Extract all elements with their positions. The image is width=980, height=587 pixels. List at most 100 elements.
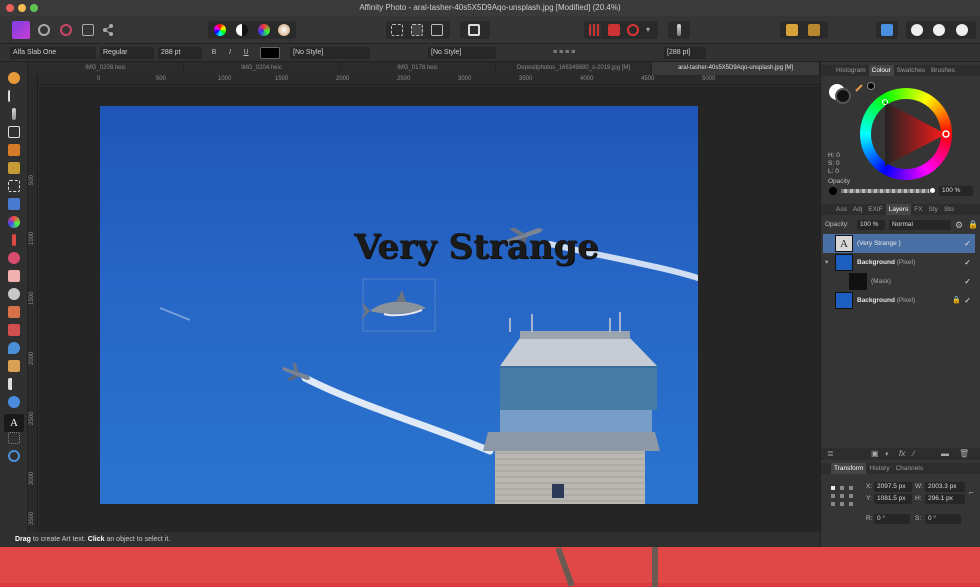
clone-tool-icon[interactable] xyxy=(8,306,20,318)
invert-selection-icon[interactable] xyxy=(431,24,443,36)
minimize-window-button[interactable] xyxy=(18,4,26,12)
opacity-slider-handle[interactable] xyxy=(929,187,936,194)
zoom-window-button[interactable] xyxy=(30,4,38,12)
opacity-slider[interactable] xyxy=(841,187,936,194)
tab-channels[interactable]: Channels xyxy=(893,463,926,474)
layer-row-mask[interactable]: (Mask) ✓ xyxy=(823,272,975,291)
app-logo-icon[interactable] xyxy=(12,21,30,39)
blend-mode-select[interactable]: Normal xyxy=(889,220,951,230)
gradient-tool-icon[interactable] xyxy=(8,216,20,228)
paint-brush-icon[interactable] xyxy=(12,234,16,246)
brush-icon[interactable] xyxy=(677,24,681,36)
dodge-tool-icon[interactable] xyxy=(8,288,20,300)
rotation-field[interactable]: 0 ° xyxy=(874,514,910,524)
gear-icon[interactable]: ⚙ xyxy=(955,220,965,230)
white-balance-icon[interactable] xyxy=(278,24,290,36)
h-field[interactable]: 296.1 px xyxy=(925,494,965,504)
paragraph-style-select[interactable]: [No Style] xyxy=(428,47,496,59)
hand-tool-icon[interactable] xyxy=(8,72,20,84)
text-color-swatch[interactable] xyxy=(260,47,280,59)
y-field[interactable]: 1081.5 px xyxy=(874,494,912,504)
font-family-select[interactable]: Alfa Slab One xyxy=(10,47,96,59)
erase-brush-icon[interactable] xyxy=(8,270,20,282)
font-size-field[interactable]: 288 pt xyxy=(158,47,202,59)
adjustment-icon[interactable]: ◐ xyxy=(885,448,890,460)
tab-swatches[interactable]: Swatches xyxy=(894,65,928,76)
intersect-icon[interactable] xyxy=(956,24,968,36)
retouch-brush-icon[interactable] xyxy=(8,252,20,264)
opacity-field[interactable]: 100 % xyxy=(939,186,973,196)
visibility-checkbox[interactable]: ✓ xyxy=(964,272,971,291)
pen-tool-icon[interactable] xyxy=(8,378,20,390)
mask-icon[interactable]: ▣ xyxy=(871,448,879,460)
character-style-select[interactable]: [No Style] xyxy=(290,47,370,59)
art-text-tool-icon[interactable]: A xyxy=(4,414,24,432)
develop-persona-icon[interactable] xyxy=(38,24,50,36)
visibility-checkbox[interactable]: ✓ xyxy=(964,234,971,253)
crop-tool-icon[interactable] xyxy=(8,126,20,138)
tab-document[interactable]: IMG_0208.heic xyxy=(28,62,184,75)
horizontal-ruler[interactable]: 0 500 1000 1500 2000 2500 3000 3500 4000… xyxy=(38,75,820,85)
tab-assets[interactable]: Ass xyxy=(833,204,850,215)
shear-field[interactable]: 0 ° xyxy=(925,514,961,524)
trash-icon[interactable]: 🗑 xyxy=(959,448,969,460)
lock-icon[interactable]: 🔒 xyxy=(968,220,978,230)
anchor-grid[interactable] xyxy=(829,484,855,508)
colour-balance-icon[interactable] xyxy=(214,24,226,36)
underline-button[interactable]: U xyxy=(240,47,252,59)
tab-exif[interactable]: EXIF xyxy=(865,204,885,215)
folder-icon[interactable]: ▬ xyxy=(941,448,949,460)
move-back-icon[interactable] xyxy=(808,24,820,36)
tab-fx[interactable]: FX xyxy=(911,204,925,215)
tone-mapping-persona-icon[interactable] xyxy=(82,24,94,36)
quick-mask-icon[interactable] xyxy=(468,24,480,36)
fill-tool-icon[interactable] xyxy=(8,198,20,210)
w-field[interactable]: 2003.3 px xyxy=(925,482,965,492)
marquee-select-icon[interactable] xyxy=(391,24,403,36)
select-all-icon[interactable] xyxy=(411,24,423,36)
tab-layers[interactable]: Layers xyxy=(885,204,912,215)
italic-button[interactable]: I xyxy=(224,47,236,59)
alignment-icons[interactable]: ≡ ≡ ≡ ≡ xyxy=(550,47,630,59)
tab-colour[interactable]: Colour xyxy=(868,65,894,76)
shape-tool-icon[interactable] xyxy=(8,396,20,408)
align-icon[interactable] xyxy=(881,24,893,36)
tab-document[interactable]: IMG_0204.heic xyxy=(184,62,340,75)
mesh-warp-icon[interactable] xyxy=(8,432,20,444)
move-tool-icon[interactable] xyxy=(8,90,20,102)
move-forward-icon[interactable] xyxy=(786,24,798,36)
flood-select-icon[interactable] xyxy=(8,162,20,174)
vertical-ruler[interactable]: 500 1000 1500 2000 2500 3000 3500 xyxy=(28,75,38,532)
zoom-tool-icon[interactable] xyxy=(8,450,20,462)
guides-icon[interactable] xyxy=(608,24,620,36)
chevron-down-icon[interactable]: ▾ xyxy=(646,24,654,36)
subtract-icon[interactable] xyxy=(933,24,945,36)
layer-row-selected[interactable]: A (Very Strange ) ✓ xyxy=(823,234,975,253)
smudge-tool-icon[interactable] xyxy=(8,360,20,372)
layer-opacity-field[interactable]: 100 % xyxy=(857,220,885,230)
hsl-icon[interactable] xyxy=(258,24,270,36)
close-window-button[interactable] xyxy=(6,4,14,12)
link-icon[interactable]: ⌐ xyxy=(969,488,974,497)
share-icon[interactable] xyxy=(102,24,114,36)
tab-history[interactable]: History xyxy=(866,463,892,474)
tab-brushes[interactable]: Brushes xyxy=(928,65,958,76)
layers-stack-icon[interactable]: ≣ xyxy=(827,448,834,460)
lock-icon[interactable]: 🔒 xyxy=(952,291,961,310)
tab-adjustments[interactable]: Adj xyxy=(850,204,865,215)
color-picker-icon[interactable] xyxy=(12,108,16,120)
tab-document[interactable]: Depositphotos_166349880_s-2019.jpg [M] xyxy=(496,62,652,75)
brush-icon[interactable]: ∕ xyxy=(913,448,914,460)
bold-button[interactable]: B xyxy=(208,47,220,59)
colour-wheel[interactable] xyxy=(860,88,952,180)
font-style-select[interactable]: Regular xyxy=(100,47,154,59)
tab-histogram[interactable]: Histogram xyxy=(833,65,869,76)
tab-document-active[interactable]: aral-tasher-40s5X5D9Aqo-unsplash.jpg [M] xyxy=(652,62,820,75)
tab-styles[interactable]: Sty xyxy=(926,204,941,215)
visibility-checkbox[interactable]: ✓ xyxy=(964,253,971,272)
tab-stock[interactable]: Sto xyxy=(941,204,957,215)
blur-tool-icon[interactable] xyxy=(8,342,20,354)
leading-field[interactable]: [288 pt] xyxy=(664,47,706,59)
magnet-icon[interactable] xyxy=(627,24,639,36)
add-icon[interactable] xyxy=(911,24,923,36)
